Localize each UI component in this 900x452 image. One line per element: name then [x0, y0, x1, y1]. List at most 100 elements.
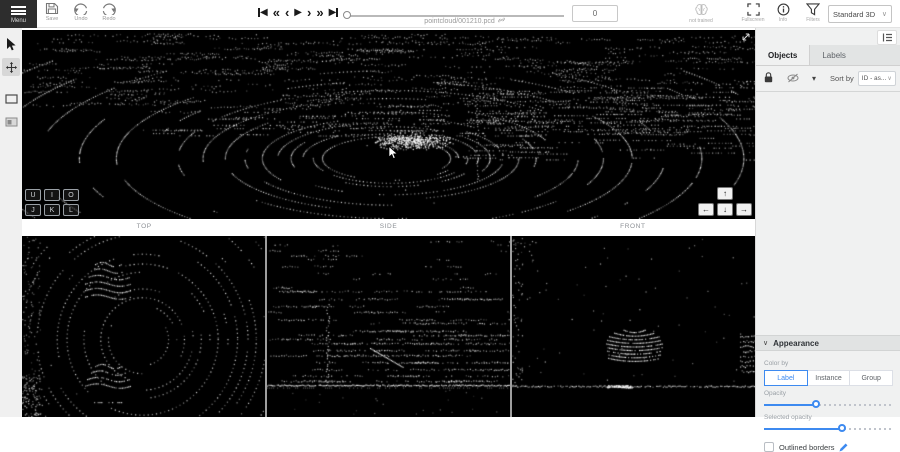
color-by-instance-button[interactable]: Instance: [808, 370, 851, 386]
playback-controls: ◀ « ‹ ▶ › » ▶: [258, 4, 338, 20]
more-actions-caret[interactable]: ▾: [812, 74, 816, 83]
key-k[interactable]: K: [44, 204, 60, 216]
key-u[interactable]: U: [25, 189, 41, 201]
top-toolbar: Menu Save Undo Redo ◀ « ‹ ▶ › » ▶: [0, 0, 900, 28]
left-toolbar: [0, 28, 22, 417]
filters-button[interactable]: Filters: [798, 3, 828, 23]
top-view-label: TOP: [22, 219, 266, 236]
info-button[interactable]: Info: [768, 3, 798, 23]
move-tool-icon: [5, 61, 18, 74]
menu-button-label: Menu: [11, 18, 26, 24]
sort-by-label: Sort by: [830, 74, 854, 83]
side-view-canvas[interactable]: [267, 236, 510, 417]
outlined-borders-row: Outlined borders: [764, 442, 893, 452]
undo-button[interactable]: Undo: [68, 2, 94, 27]
frame-filename: pointcloud/001210.pcd: [380, 16, 550, 25]
arrow-up-button[interactable]: ↑: [717, 187, 733, 200]
next-frame-button[interactable]: ›: [307, 6, 311, 19]
top-view-canvas[interactable]: [22, 236, 265, 417]
lock-icon: [764, 72, 773, 83]
timeline-handle[interactable]: [343, 11, 351, 19]
color-by-label: Color by: [764, 360, 893, 367]
key-i[interactable]: I: [44, 189, 60, 201]
brain-icon: [694, 3, 709, 17]
mode-select[interactable]: Standard 3D ∨: [828, 5, 892, 23]
cuboid-tool-button[interactable]: [2, 90, 20, 108]
select-tool-button[interactable]: [2, 35, 20, 53]
arrow-right-button[interactable]: →: [736, 203, 752, 216]
collapse-icon: ∨: [763, 339, 768, 347]
undo-icon: [73, 2, 89, 15]
eye-off-icon: [787, 73, 799, 83]
front-view-label: FRONT: [511, 219, 755, 236]
selected-opacity-slider-handle[interactable]: [838, 424, 846, 432]
save-icon: [45, 2, 59, 15]
chevron-down-icon: ∨: [882, 10, 887, 18]
frame-number-input[interactable]: [572, 5, 618, 22]
save-button[interactable]: Save: [39, 2, 65, 27]
resize-view-icon[interactable]: [741, 32, 751, 42]
arrow-down-button[interactable]: ↓: [717, 203, 733, 216]
save-button-label: Save: [46, 16, 59, 22]
selected-opacity-slider[interactable]: [764, 424, 893, 434]
play-button[interactable]: ▶: [294, 6, 302, 19]
arrow-left-button[interactable]: ←: [698, 203, 714, 216]
sort-select-value: ID - as...: [862, 75, 888, 82]
mouse-cursor: [388, 146, 399, 160]
color-by-group: Label Instance Group: [764, 370, 893, 386]
camera-key-hints: U I O J K L: [25, 189, 79, 216]
previous-frame-button[interactable]: ‹: [285, 6, 289, 19]
objects-list: [756, 93, 900, 335]
fullscreen-button[interactable]: Fullscreen: [738, 3, 768, 23]
ai-assist-button[interactable]: not trained: [686, 3, 716, 24]
hide-all-button[interactable]: [787, 70, 799, 88]
color-by-group-button[interactable]: Group: [850, 370, 893, 386]
rectangle-tool-icon: [5, 94, 18, 104]
fullscreen-icon: [747, 3, 760, 16]
move-tool-button[interactable]: [2, 58, 20, 76]
color-by-label-button[interactable]: Label: [764, 370, 808, 386]
fast-forward-button[interactable]: »: [316, 6, 323, 19]
opacity-slider[interactable]: [764, 400, 893, 410]
outlined-borders-label: Outlined borders: [779, 443, 834, 452]
key-l[interactable]: L: [63, 204, 79, 216]
panel-list-icon: [882, 33, 893, 42]
sort-select[interactable]: ID - as... ∨: [858, 71, 896, 86]
ai-assist-label: not trained: [689, 18, 713, 24]
menu-button[interactable]: Menu: [0, 0, 37, 28]
front-view-canvas[interactable]: [512, 236, 755, 417]
key-o[interactable]: O: [63, 189, 79, 201]
skip-to-start-button[interactable]: ◀: [258, 6, 268, 19]
redo-button[interactable]: Redo: [96, 2, 122, 27]
skip-to-end-button[interactable]: ▶: [329, 6, 339, 19]
tab-labels[interactable]: Labels: [810, 45, 858, 65]
cursor-tool-icon: [6, 38, 17, 51]
chevron-down-icon: ∨: [887, 75, 891, 82]
info-label: Info: [779, 17, 787, 23]
appearance-header[interactable]: ∨ Appearance: [756, 335, 900, 351]
opacity-slider-handle[interactable]: [812, 400, 820, 408]
appearance-title: Appearance: [773, 339, 819, 348]
panel-layout-button[interactable]: [877, 30, 897, 45]
right-panel-tabs: Objects Labels: [756, 45, 900, 66]
key-j[interactable]: J: [25, 204, 41, 216]
selected-opacity-label: Selected opacity: [764, 414, 893, 421]
ortho-view-labels: TOP SIDE FRONT: [22, 219, 755, 236]
main-3d-canvas[interactable]: [22, 30, 755, 219]
image-view-button[interactable]: [2, 113, 20, 131]
info-icon: [777, 3, 790, 16]
undo-button-label: Undo: [74, 16, 87, 22]
main-3d-view[interactable]: U I O J K L ↑ ← ↓ →: [22, 30, 755, 219]
ortho-views: [22, 236, 755, 417]
link-icon: [497, 16, 506, 24]
appearance-section: ∨ Appearance Color by Label Instance Gro…: [756, 335, 900, 452]
filters-label: Filters: [806, 17, 820, 23]
hamburger-icon: [11, 4, 26, 16]
mode-select-value: Standard 3D: [833, 10, 882, 19]
fast-rewind-button[interactable]: «: [273, 6, 280, 19]
edit-pen-icon[interactable]: [839, 443, 848, 452]
outlined-borders-checkbox[interactable]: [764, 442, 774, 452]
fullscreen-label: Fullscreen: [741, 17, 764, 23]
lock-all-button[interactable]: [764, 70, 773, 88]
tab-objects[interactable]: Objects: [756, 45, 810, 65]
